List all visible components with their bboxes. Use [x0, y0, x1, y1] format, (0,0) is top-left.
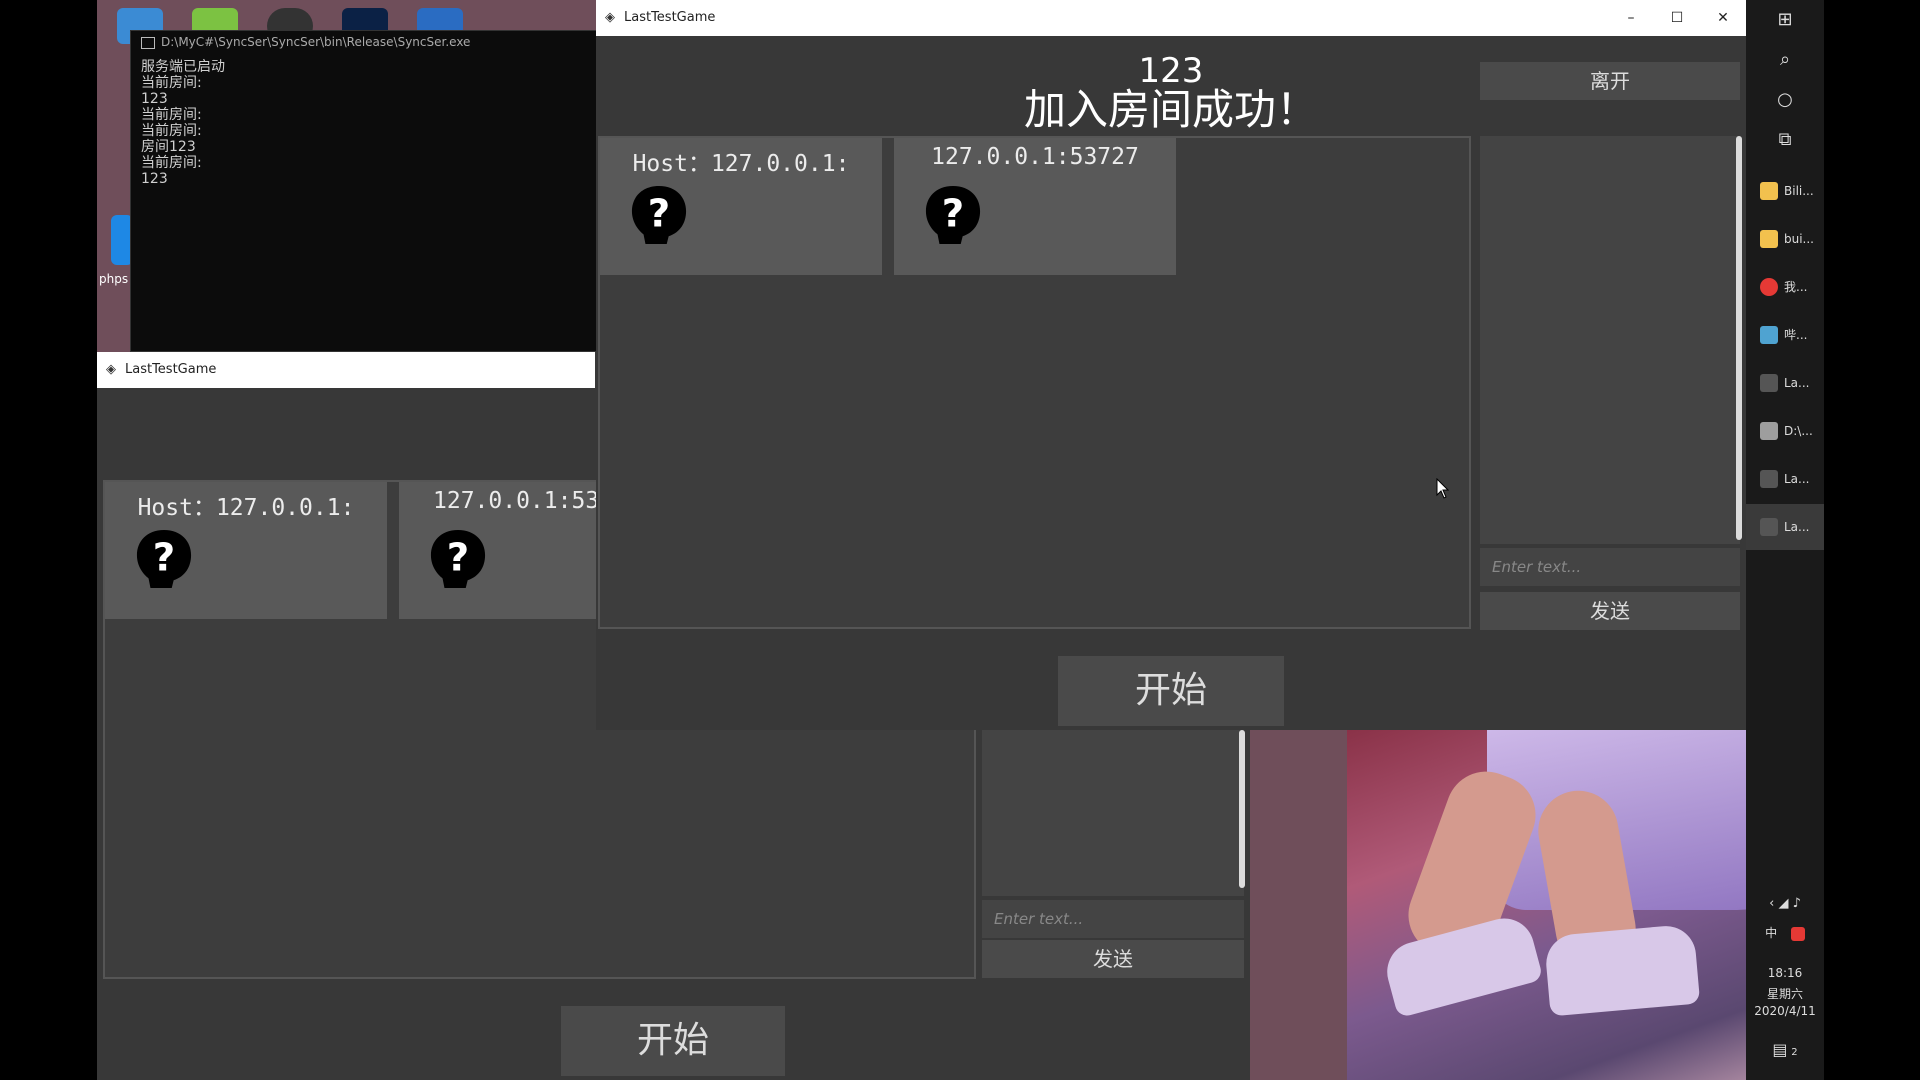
ime-label: 中	[1765, 926, 1778, 940]
folder-icon	[1760, 230, 1778, 248]
cortana-icon[interactable]: ○	[1746, 80, 1824, 120]
notification-count: 2	[1791, 1047, 1798, 1058]
leave-button[interactable]: 离开	[1480, 62, 1740, 100]
server-console-window[interactable]: D:\MyC#\SyncSer\SyncSer\bin\Release\Sync…	[130, 30, 598, 352]
player-address: Host：127.0.0.1:	[632, 151, 850, 177]
chevron-left-icon[interactable]: ‹	[1769, 896, 1774, 911]
taskbar-item[interactable]: Bili...	[1746, 168, 1824, 214]
taskbar-item-label: bui...	[1784, 232, 1814, 246]
clock-date[interactable]: 2020/4/11	[1746, 1004, 1824, 1018]
chat-scrollbar[interactable]	[1736, 136, 1742, 540]
volume-icon[interactable]: ♪	[1793, 896, 1801, 911]
unity-icon: ◈	[605, 10, 615, 25]
minimize-button[interactable]: –	[1608, 0, 1654, 36]
taskbar-item-label: Bili...	[1784, 184, 1814, 198]
taskbar-item-label: 哔...	[1784, 328, 1808, 342]
taskbar-item[interactable]: 哔...	[1746, 312, 1824, 358]
unknown-avatar-icon: ?	[430, 530, 486, 588]
notification-center[interactable]: ▤ 2	[1746, 1040, 1824, 1059]
taskbar-item[interactable]: La...	[1746, 504, 1824, 550]
svg-text:?: ?	[942, 192, 964, 237]
taskbar-item-label: La...	[1784, 376, 1810, 390]
chat-log[interactable]	[1480, 136, 1740, 544]
unknown-avatar-icon: ?	[136, 530, 192, 588]
taskbar: ⊞ ⌕ ○ ⧉ Bili... bui... 我... 哔... La... D…	[1746, 0, 1824, 1080]
chat-scrollbar[interactable]	[1239, 730, 1245, 888]
player-card-host: Host：127.0.0.1: ?	[105, 482, 387, 619]
console-icon	[141, 37, 155, 49]
taskbar-item[interactable]: La...	[1746, 360, 1824, 406]
console-output: 服务端已启动 当前房间: 123 当前房间: 当前房间: 房间123 当前房间:…	[141, 59, 225, 187]
window-titlebar[interactable]: ◈ LastTestGame – ☐ ✕	[596, 0, 1746, 36]
unity-icon	[1760, 374, 1778, 392]
svg-text:?: ?	[447, 536, 469, 581]
wifi-icon[interactable]: ◢	[1778, 896, 1788, 911]
close-button[interactable]: ✕	[1700, 0, 1746, 36]
sogou-icon[interactable]	[1790, 926, 1805, 941]
chat-input[interactable]: Enter text...	[982, 900, 1244, 938]
desktop-icon-label: phps	[99, 272, 129, 286]
window-title: LastTestGame	[125, 362, 217, 377]
start-button[interactable]: 开始	[1058, 656, 1284, 726]
players-panel: Host：127.0.0.1: ? 127.0.0.1:53727 ?	[598, 136, 1471, 629]
window-titlebar[interactable]: ◈ LastTestGame	[97, 352, 595, 388]
search-icon[interactable]: ⌕	[1746, 40, 1824, 80]
mouse-cursor-icon	[1436, 478, 1450, 499]
task-view-icon[interactable]: ⧉	[1746, 120, 1824, 160]
game-window-front[interactable]: ◈ LastTestGame – ☐ ✕ 123 加入房间成功！ 离开 Host…	[596, 0, 1746, 730]
player-address: Host：127.0.0.1:	[137, 495, 355, 521]
chat-log[interactable]	[982, 730, 1244, 896]
clock-time[interactable]: 18:16	[1746, 966, 1824, 980]
ime-indicator[interactable]: 中	[1746, 924, 1824, 941]
player-card-host: Host：127.0.0.1: ?	[600, 138, 882, 275]
chat-input[interactable]: Enter text...	[1480, 548, 1740, 586]
send-button[interactable]: 发送	[1480, 592, 1740, 630]
send-button[interactable]: 发送	[982, 940, 1244, 978]
taskbar-item-label: 我...	[1784, 280, 1808, 294]
unknown-avatar-icon: ?	[631, 186, 687, 244]
taskbar-item[interactable]: bui...	[1746, 216, 1824, 262]
console-title: D:\MyC#\SyncSer\SyncSer\bin\Release\Sync…	[161, 35, 471, 49]
taskbar-item[interactable]: D:\...	[1746, 408, 1824, 454]
unity-icon	[1760, 470, 1778, 488]
bilibili-icon	[1760, 326, 1778, 344]
start-button[interactable]: 开始	[561, 1006, 785, 1076]
svg-text:?: ?	[648, 192, 670, 237]
taskbar-item-label: La...	[1784, 472, 1810, 486]
player-address: 127.0.0.1:53727	[931, 144, 1139, 170]
tray-icons[interactable]: ‹ ◢ ♪	[1746, 896, 1824, 911]
taskbar-item-label: La...	[1784, 520, 1810, 534]
taskbar-item[interactable]: 我...	[1746, 264, 1824, 310]
folder-icon	[1760, 182, 1778, 200]
taskbar-item[interactable]: La...	[1746, 456, 1824, 502]
player-card-client: 127.0.0.1:53727 ?	[894, 138, 1176, 275]
unknown-avatar-icon: ?	[925, 186, 981, 244]
unity-icon: ◈	[106, 362, 116, 377]
window-title: LastTestGame	[624, 10, 716, 25]
svg-text:?: ?	[153, 536, 175, 581]
unity-icon	[1760, 518, 1778, 536]
notification-icon: ▤	[1772, 1040, 1788, 1059]
music-app-icon	[1760, 278, 1778, 296]
console-titlebar[interactable]: D:\MyC#\SyncSer\SyncSer\bin\Release\Sync…	[131, 31, 597, 53]
clock-weekday[interactable]: 星期六	[1746, 985, 1824, 1002]
windows-start-icon[interactable]: ⊞	[1746, 0, 1824, 40]
taskbar-item-label: D:\...	[1784, 424, 1813, 438]
console-icon	[1760, 422, 1778, 440]
maximize-button[interactable]: ☐	[1654, 0, 1700, 36]
